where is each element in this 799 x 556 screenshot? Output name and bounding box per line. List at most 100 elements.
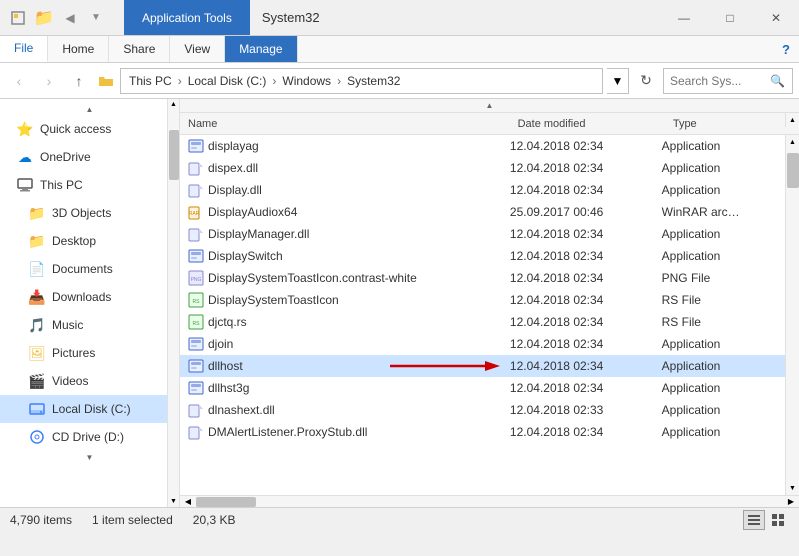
- tab-file[interactable]: File: [0, 36, 48, 62]
- file-vscroll-track[interactable]: [786, 149, 799, 481]
- col-header-name[interactable]: Name: [184, 113, 514, 134]
- tab-home[interactable]: Home: [48, 36, 109, 62]
- sidebar-item-onedrive[interactable]: ☁ OneDrive: [0, 143, 179, 171]
- back-button[interactable]: ‹: [6, 68, 32, 94]
- search-box: 🔍: [663, 68, 793, 94]
- file-date-cell: 12.04.2018 02:34: [506, 227, 658, 241]
- cd-drive-icon: [28, 428, 46, 446]
- table-row[interactable]: displayag 12.04.2018 02:34 Application: [180, 135, 785, 157]
- file-type-icon: RS: [188, 292, 204, 308]
- minimize-button[interactable]: —: [661, 0, 707, 36]
- path-this-pc[interactable]: This PC: [129, 74, 172, 88]
- table-row[interactable]: DisplaySwitch 12.04.2018 02:34 Applicati…: [180, 245, 785, 267]
- tab-manage[interactable]: Manage: [225, 36, 297, 62]
- sidebar-scroll-down[interactable]: ▼: [0, 451, 179, 463]
- file-type-icon: [188, 160, 204, 176]
- col-header-type[interactable]: Type: [669, 113, 795, 134]
- file-name-cell: dispex.dll: [184, 160, 506, 176]
- table-row[interactable]: RS DisplaySystemToastIcon 12.04.2018 02:…: [180, 289, 785, 311]
- address-dropdown[interactable]: ▼: [607, 68, 629, 94]
- sidebar-item-this-pc[interactable]: This PC: [0, 171, 179, 199]
- table-row[interactable]: djoin 12.04.2018 02:34 Application: [180, 333, 785, 355]
- help-button[interactable]: ?: [773, 36, 799, 62]
- sidebar-scroll-up[interactable]: ▲: [0, 103, 179, 115]
- sidebar-item-pictures[interactable]: 🖼 Pictures: [0, 339, 179, 367]
- file-date-cell: 12.04.2018 02:34: [506, 161, 658, 175]
- table-row[interactable]: Display.dll 12.04.2018 02:34 Application: [180, 179, 785, 201]
- table-row[interactable]: PNG DisplaySystemToastIcon.contrast-whit…: [180, 267, 785, 289]
- title-bar-icons: 📁 ◀ ▼: [0, 0, 114, 35]
- window-controls: — □ ✕: [661, 0, 799, 35]
- quick-access-star-icon: ⭐: [16, 120, 34, 138]
- tab-share[interactable]: Share: [109, 36, 170, 62]
- file-hscroll-thumb[interactable]: [196, 497, 256, 507]
- table-row[interactable]: dlnashext.dll 12.04.2018 02:33 Applicati…: [180, 399, 785, 421]
- app-tools-label: Application Tools: [124, 0, 250, 35]
- sidebar-scroll-down-btn[interactable]: ▼: [168, 496, 179, 507]
- file-vscroll-up-btn[interactable]: ▲: [786, 135, 799, 149]
- file-type-icon: PNG: [188, 270, 204, 286]
- file-type-icon: RS: [188, 314, 204, 330]
- table-row[interactable]: RAR DisplayAudiox64 25.09.2017 00:46 Win…: [180, 201, 785, 223]
- videos-icon: 🎬: [28, 372, 46, 390]
- close-button[interactable]: ✕: [753, 0, 799, 36]
- file-list-scroll-up[interactable]: ▲: [180, 99, 799, 113]
- sidebar-item-local-disk-c[interactable]: Local Disk (C:): [0, 395, 179, 423]
- file-vscroll-up[interactable]: ▲: [785, 113, 799, 127]
- selected-count: 1 item selected: [92, 513, 173, 527]
- sidebar-scroll-thumb[interactable]: [169, 130, 179, 180]
- up-button[interactable]: ↑: [66, 68, 92, 94]
- sidebar-scroll-track[interactable]: [168, 110, 179, 496]
- sidebar-label-music: Music: [52, 318, 83, 332]
- view-large-button[interactable]: [767, 510, 789, 530]
- sidebar-item-videos[interactable]: 🎬 Videos: [0, 367, 179, 395]
- address-path[interactable]: This PC › Local Disk (C:) › Windows › Sy…: [120, 68, 603, 94]
- view-details-button[interactable]: [743, 510, 765, 530]
- file-type-cell: RS File: [658, 315, 781, 329]
- sidebar-scroll-up-btn[interactable]: ▲: [168, 99, 179, 110]
- sidebar-item-quick-access[interactable]: ⭐ Quick access: [0, 115, 179, 143]
- file-vscroll-down-btn[interactable]: ▼: [786, 481, 799, 495]
- search-input[interactable]: [670, 74, 770, 88]
- path-system32[interactable]: System32: [347, 74, 400, 88]
- file-hscroll-right[interactable]: ▶: [783, 496, 799, 508]
- folder-icon: [96, 71, 116, 91]
- sidebar-label-this-pc: This PC: [40, 178, 83, 192]
- table-row[interactable]: RS djctq.rs 12.04.2018 02:34 RS File: [180, 311, 785, 333]
- file-list-scroll[interactable]: displayag 12.04.2018 02:34 Application d…: [180, 135, 785, 495]
- local-disk-icon: [28, 400, 46, 418]
- nav-dropdown-tb[interactable]: ▼: [86, 8, 106, 28]
- sidebar-item-desktop[interactable]: 📁 Desktop: [0, 227, 179, 255]
- refresh-button[interactable]: ↻: [633, 68, 659, 94]
- file-name-cell: RS DisplaySystemToastIcon: [184, 292, 506, 308]
- table-row[interactable]: dllhst3g 12.04.2018 02:34 Application: [180, 377, 785, 399]
- file-hscroll-track[interactable]: [196, 496, 783, 508]
- file-date-cell: 12.04.2018 02:34: [506, 315, 658, 329]
- file-date-cell: 12.04.2018 02:33: [506, 403, 658, 417]
- col-header-date[interactable]: Date modified: [514, 113, 669, 134]
- this-pc-icon: [16, 176, 34, 194]
- sidebar-item-documents[interactable]: 📄 Documents: [0, 255, 179, 283]
- back-icon-tb: ◀: [60, 8, 80, 28]
- sidebar-item-3d-objects[interactable]: 📁 3D Objects: [0, 199, 179, 227]
- table-row[interactable]: DMAlertListener.ProxyStub.dll 12.04.2018…: [180, 421, 785, 443]
- table-row[interactable]: dispex.dll 12.04.2018 02:34 Application: [180, 157, 785, 179]
- sidebar-item-cd-drive-d[interactable]: CD Drive (D:): [0, 423, 179, 451]
- file-hscroll-left[interactable]: ◀: [180, 496, 196, 508]
- file-name-cell: PNG DisplaySystemToastIcon.contrast-whit…: [184, 270, 506, 286]
- maximize-button[interactable]: □: [707, 0, 753, 36]
- forward-button[interactable]: ›: [36, 68, 62, 94]
- table-row[interactable]: dllhost 12.04.2018 02:34 Application: [180, 355, 785, 377]
- file-date-cell: 12.04.2018 02:34: [506, 249, 658, 263]
- file-type-cell: Application: [658, 227, 781, 241]
- window-icon: [8, 8, 28, 28]
- path-local-disk[interactable]: Local Disk (C:): [188, 74, 267, 88]
- file-name-cell: DisplaySwitch: [184, 248, 506, 264]
- file-date-cell: 12.04.2018 02:34: [506, 271, 658, 285]
- sidebar-item-music[interactable]: 🎵 Music: [0, 311, 179, 339]
- path-windows[interactable]: Windows: [282, 74, 331, 88]
- table-row[interactable]: DisplayManager.dll 12.04.2018 02:34 Appl…: [180, 223, 785, 245]
- sidebar-item-downloads[interactable]: 📥 Downloads: [0, 283, 179, 311]
- tab-view[interactable]: View: [170, 36, 225, 62]
- file-vscroll-thumb[interactable]: [787, 153, 799, 188]
